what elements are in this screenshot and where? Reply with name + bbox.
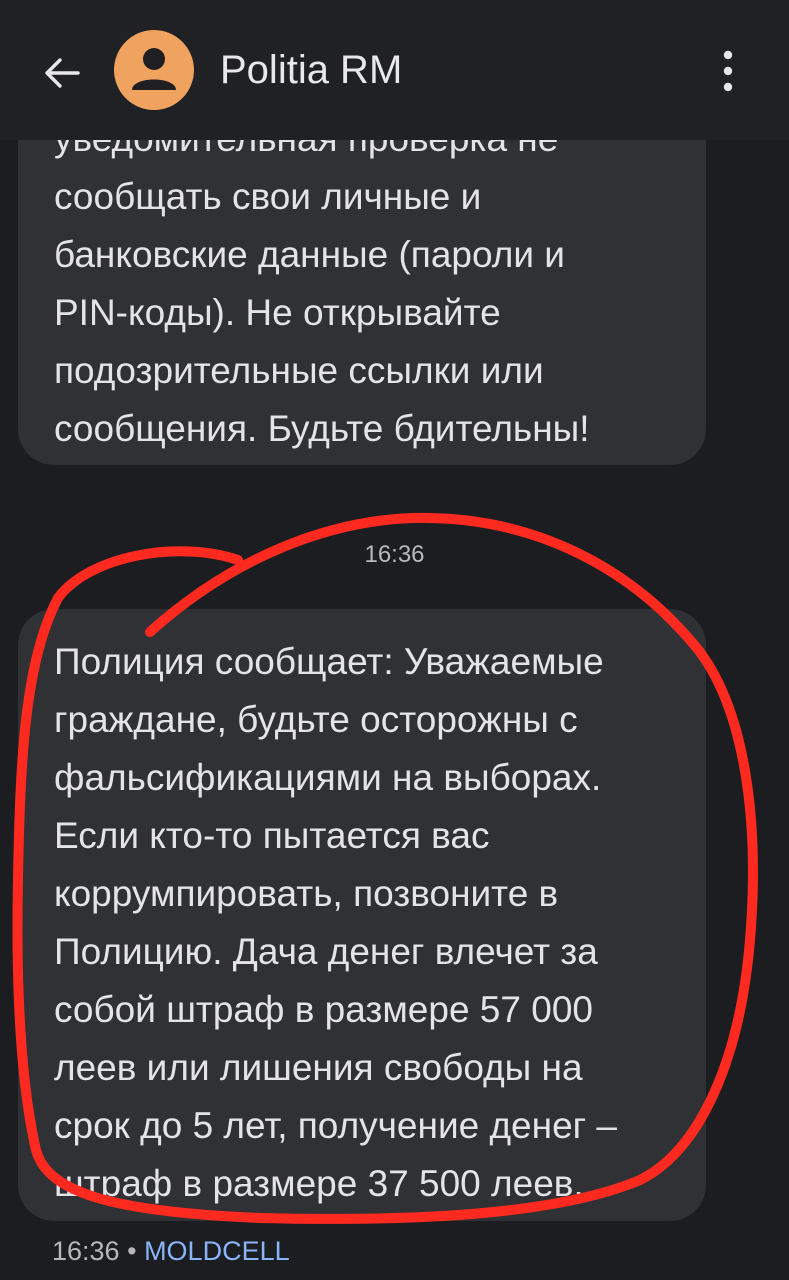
carrier-label[interactable]: MOLDCELL	[144, 1236, 290, 1266]
message-line: Полицию. Дача денег влечет за	[54, 931, 598, 972]
message-text: уведомительная проверка не сообщать свои…	[54, 110, 590, 458]
message-time: 16:36	[52, 1236, 120, 1266]
message-line: собой штраф в размере 57 000	[54, 989, 593, 1030]
message-text: Полиция сообщает: Уважаемые граждане, бу…	[54, 633, 617, 1213]
message-bubble[interactable]: Полиция сообщает: Уважаемые граждане, бу…	[18, 609, 706, 1221]
message-line: срок до 5 лет, получение денег –	[54, 1105, 618, 1146]
message-line: сообщения. Будьте бдительны!	[54, 408, 590, 449]
message-line: PIN-коды). Не открывайте	[54, 292, 501, 333]
message-line: штраф в размере 37 500 леев.	[54, 1163, 584, 1204]
message-line: Если кто-то пытается вас	[54, 815, 490, 856]
message-line: подозрительные ссылки или	[54, 350, 544, 391]
time-separator: 16:36	[364, 541, 425, 568]
message-line: леев или лишения свободы на	[54, 1047, 583, 1088]
arrow-left-icon	[45, 58, 80, 88]
contact-name[interactable]: Politia RM	[220, 46, 402, 94]
app-header: Politia RM	[0, 0, 789, 140]
avatar[interactable]	[114, 30, 194, 110]
message-line: граждане, будьте осторожны с	[54, 699, 578, 740]
message-line: коррумпировать, позвоните в	[54, 873, 559, 914]
more-vert-icon	[723, 50, 733, 92]
message-line: сообщать свои личные и	[54, 176, 482, 217]
meta-separator: •	[127, 1236, 137, 1266]
message-line: Полиция сообщает: Уважаемые	[54, 641, 604, 682]
person-icon	[132, 48, 176, 90]
message-meta: 16:36 • MOLDCELL	[52, 1235, 290, 1267]
back-button[interactable]	[34, 45, 90, 101]
message-line: банковские данные (пароли и	[54, 234, 565, 275]
message-line: фальсификациями на выборах.	[54, 757, 602, 798]
more-options-button[interactable]	[706, 46, 750, 96]
